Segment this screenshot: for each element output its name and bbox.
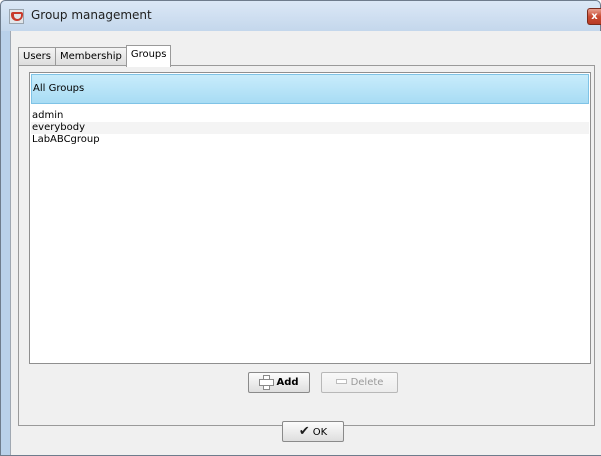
window-title: Group management [31, 8, 152, 22]
list-item-everybody[interactable]: everybody [31, 122, 589, 134]
app-icon [9, 9, 24, 24]
groups-panel: All Groups admin everybody LabABCgroup A… [18, 65, 595, 426]
plus-icon [259, 374, 275, 390]
list-item-admin[interactable]: admin [31, 110, 589, 122]
tab-users[interactable]: Users [18, 47, 57, 66]
tab-groups[interactable]: Groups [125, 45, 172, 67]
tab-membership[interactable]: Membership [55, 47, 127, 66]
list-item-all-groups[interactable]: All Groups [31, 74, 589, 104]
add-button-label: Add [276, 377, 299, 388]
close-button[interactable]: x [587, 8, 601, 25]
checkmark-icon: ✔ [298, 424, 310, 439]
button-bar: Add Delete [29, 364, 591, 400]
dialog-content: Users Membership Groups All Groups admin… [10, 31, 601, 455]
groups-list[interactable]: All Groups admin everybody LabABCgroup [29, 72, 591, 364]
list-item-lababcgroup[interactable]: LabABCgroup [31, 134, 589, 146]
group-management-window: Group management x Users Membership Grou… [0, 0, 601, 456]
list-items: admin everybody LabABCgroup [31, 110, 589, 146]
delete-button[interactable]: Delete [321, 372, 398, 393]
delete-button-label: Delete [350, 377, 384, 388]
title-bar[interactable]: Group management x [1, 1, 601, 31]
tab-strip: Users Membership Groups [18, 45, 172, 67]
minus-icon [335, 378, 347, 384]
close-icon: x [591, 11, 598, 22]
ok-button[interactable]: ✔ OK [282, 421, 344, 442]
ok-button-label: OK [312, 427, 328, 438]
add-button[interactable]: Add [248, 372, 310, 393]
